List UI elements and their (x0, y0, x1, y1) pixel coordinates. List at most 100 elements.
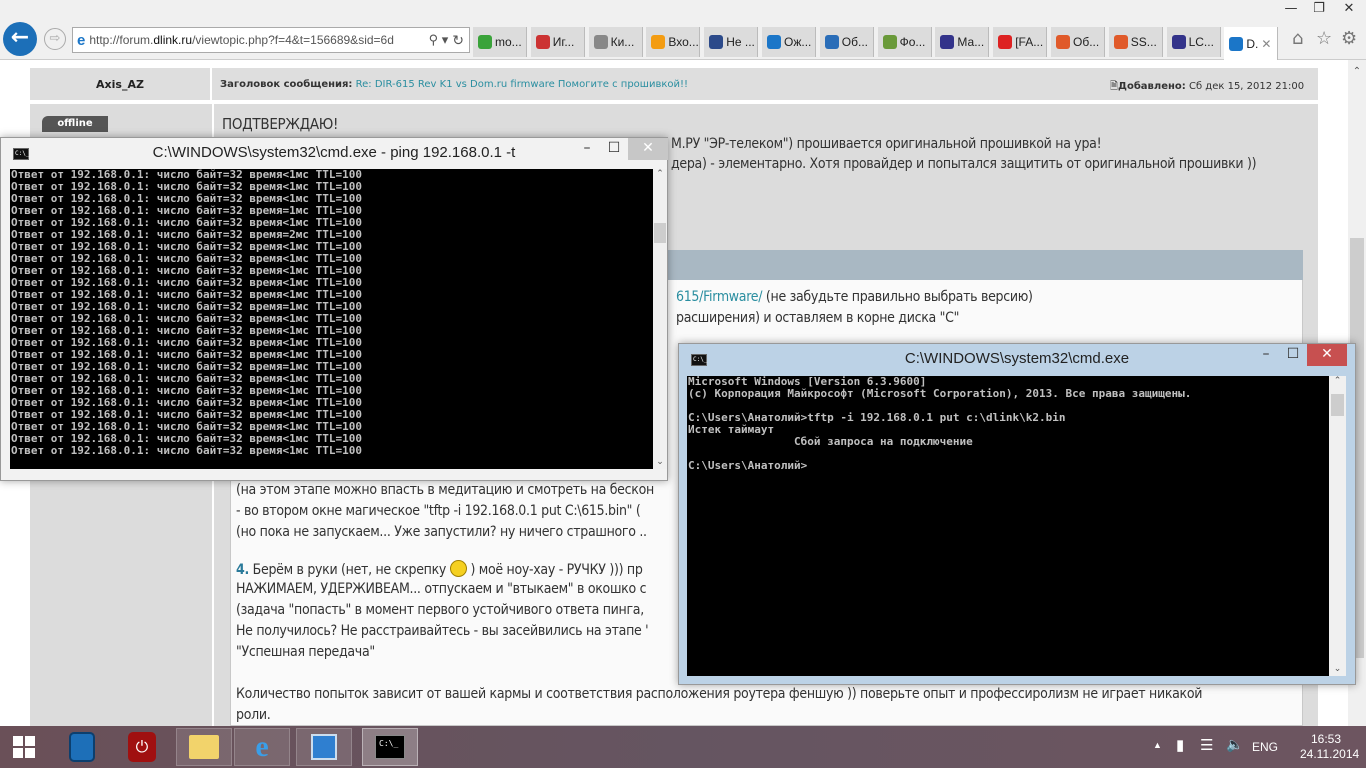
console-scrollbar[interactable]: ⌃ ⌄ (653, 169, 667, 469)
search-icon[interactable]: ⚲ ▾ (429, 32, 449, 48)
maximize-button[interactable]: ☐ (601, 138, 627, 160)
tab-label: mo... (495, 35, 522, 49)
network-warning-icon[interactable]: ☰ (1200, 736, 1213, 754)
status-badge: offline (42, 116, 108, 132)
tab-favicon-icon (1229, 36, 1244, 51)
tab-label: [FA... (1015, 35, 1044, 49)
tab-label: Иг... (552, 35, 575, 49)
window-title: C:\WINDOWS\system32\cmd.exe - ping 192.1… (152, 144, 516, 161)
scroll-down-icon[interactable]: ⌄ (1329, 664, 1346, 674)
taskbar-file-explorer[interactable] (176, 728, 232, 766)
minimize-button[interactable]: – (574, 138, 600, 160)
browser-tab[interactable]: LC... (1166, 27, 1221, 57)
quote-line: 615/Firmware/ (не забудьте правильно выб… (676, 289, 1033, 305)
tab-favicon-icon (998, 35, 1013, 49)
browser-tab[interactable]: Не ... (704, 27, 759, 57)
console-line: (c) Корпорация Майкрософт (Microsoft Cor… (688, 387, 1192, 400)
quote-line: Не получилось? Не расстраивайтесь - вы з… (236, 623, 649, 639)
browser-tab[interactable]: Об... (1051, 27, 1105, 57)
scroll-up-icon[interactable]: ⌃ (1348, 66, 1366, 77)
quote-line: - во втором окне магическое "tftp -i 192… (236, 503, 641, 519)
console-line: Сбой запроса на подключение (688, 435, 973, 448)
input-language[interactable]: ENG (1252, 740, 1278, 754)
browser-tab[interactable]: mo... (473, 27, 527, 57)
tab-favicon-icon (767, 35, 781, 49)
browser-tab[interactable]: [FA... (993, 27, 1048, 57)
tab-favicon-icon (478, 35, 492, 49)
taskbar-control-panel[interactable] (54, 728, 110, 766)
home-icon[interactable]: ⌂ (1292, 28, 1303, 49)
ping-cmd-window[interactable]: C:\WINDOWS\system32\cmd.exe - ping 192.1… (0, 137, 668, 481)
console-line: Ответ от 192.168.0.1: число байт=32 врем… (11, 444, 362, 457)
app-window-icon (311, 734, 337, 760)
browser-tab[interactable]: Ма... (935, 27, 990, 57)
show-hidden-icons[interactable]: ▲ (1153, 740, 1162, 750)
browser-tab[interactable]: Вхо... (646, 27, 701, 57)
browser-tab[interactable]: Об... (819, 27, 874, 57)
browser-tab[interactable]: Ож... (762, 27, 816, 57)
tftp-cmd-window[interactable]: C:\WINDOWS\system32\cmd.exe C:\_ – ☐ ✕ M… (678, 343, 1356, 685)
forward-button[interactable]: ⇨ (44, 28, 66, 50)
back-button[interactable]: ← (3, 22, 37, 56)
scroll-up-icon[interactable]: ⌃ (1329, 376, 1346, 386)
close-button[interactable]: ✕ (1332, 0, 1366, 20)
console-scrollbar[interactable]: ⌃ ⌄ (1329, 376, 1346, 676)
browser-tab[interactable]: Фо... (877, 27, 932, 57)
tab-label: Фо... (899, 35, 926, 49)
browser-toolbar: — ❐ ✕ ← ⇨ e http://forum.dlink.ru/viewto… (0, 0, 1366, 60)
post-icon[interactable]: 🗎 (1110, 81, 1118, 92)
taskbar: ⏻ e C:\_ ▲ ▮ ☰ 🔈 ENG 16:53 24.11.2014 (0, 726, 1366, 768)
tab-label: Вхо... (668, 35, 699, 49)
refresh-icon[interactable]: ↻ (452, 32, 469, 49)
console-output[interactable]: Microsoft Windows [Version 6.3.9600] (c) … (687, 376, 1329, 676)
post-subject-link[interactable]: Re: DIR-615 Rev K1 vs Dom.ru firmware По… (356, 79, 688, 90)
minimize-button[interactable]: – (1253, 344, 1279, 366)
firmware-link[interactable]: 615/Firmware/ (676, 289, 763, 305)
volume-icon[interactable]: 🔈 (1226, 736, 1243, 753)
url-text[interactable]: http://forum.dlink.ru/viewtopic.php?f=4&… (89, 33, 424, 47)
battery-icon[interactable]: ▮ (1176, 736, 1184, 754)
console-output[interactable]: Ответ от 192.168.0.1: число байт=32 врем… (10, 169, 653, 469)
maximize-button[interactable]: ❐ (1304, 0, 1334, 20)
scroll-up-icon[interactable]: ⌃ (653, 169, 667, 179)
post-text-line: дера) - элементарно. Хотя провайдер и по… (671, 156, 1257, 172)
window-title-bar[interactable]: C:\WINDOWS\system32\cmd.exe - ping 192.1… (1, 138, 667, 169)
tab-label: Не ... (726, 35, 755, 49)
smiley-icon (449, 560, 467, 577)
browser-tab-active[interactable]: D. ✕ (1224, 27, 1279, 60)
tab-favicon-icon (709, 35, 724, 49)
close-button[interactable]: ✕ (628, 138, 668, 160)
tab-favicon-icon (824, 35, 839, 49)
start-button[interactable] (0, 728, 48, 766)
minimize-button[interactable]: — (1276, 0, 1306, 20)
taskbar-app[interactable] (296, 728, 352, 766)
clock[interactable]: 16:53 24.11.2014 (1300, 732, 1359, 762)
quote-line: НАЖИМАЕМ, УДЕРЖИВЕАМ... отпускаем и "вты… (236, 581, 647, 597)
scroll-down-icon[interactable]: ⌄ (653, 457, 667, 467)
power-icon: ⏻ (128, 732, 156, 762)
browser-tab[interactable]: Иг... (530, 27, 585, 57)
taskbar-internet-explorer[interactable]: e (234, 728, 290, 766)
favorites-star-icon[interactable]: ☆ (1316, 28, 1332, 49)
browser-tab[interactable]: Ки... (588, 27, 643, 57)
post-text-line: ПОДТВЕРЖДАЮ! (222, 115, 339, 133)
windows-logo-icon (13, 736, 35, 758)
close-tab-icon[interactable]: ✕ (1261, 37, 1271, 51)
tab-favicon-icon (1171, 35, 1186, 49)
arrow-right-icon: ⇨ (49, 31, 61, 46)
tab-label: Об... (1073, 35, 1100, 49)
post-subject: Заголовок сообщения: Re: DIR-615 Rev K1 … (220, 79, 689, 90)
maximize-button[interactable]: ☐ (1280, 344, 1306, 366)
ie-icon: e (77, 31, 86, 49)
settings-gear-icon[interactable]: ⚙ (1341, 28, 1357, 49)
scroll-thumb[interactable] (654, 223, 666, 243)
tab-label: Ма... (957, 35, 985, 49)
post-author[interactable]: Axis_AZ (30, 68, 212, 102)
scroll-thumb[interactable] (1331, 394, 1344, 416)
browser-tab[interactable]: SS... (1108, 27, 1163, 57)
address-bar[interactable]: e http://forum.dlink.ru/viewtopic.php?f=… (72, 27, 470, 53)
close-button[interactable]: ✕ (1307, 344, 1347, 366)
taskbar-cmd[interactable]: C:\_ (362, 728, 418, 766)
taskbar-shutdown[interactable]: ⏻ (114, 728, 170, 766)
quote-line: роли. (236, 707, 271, 723)
